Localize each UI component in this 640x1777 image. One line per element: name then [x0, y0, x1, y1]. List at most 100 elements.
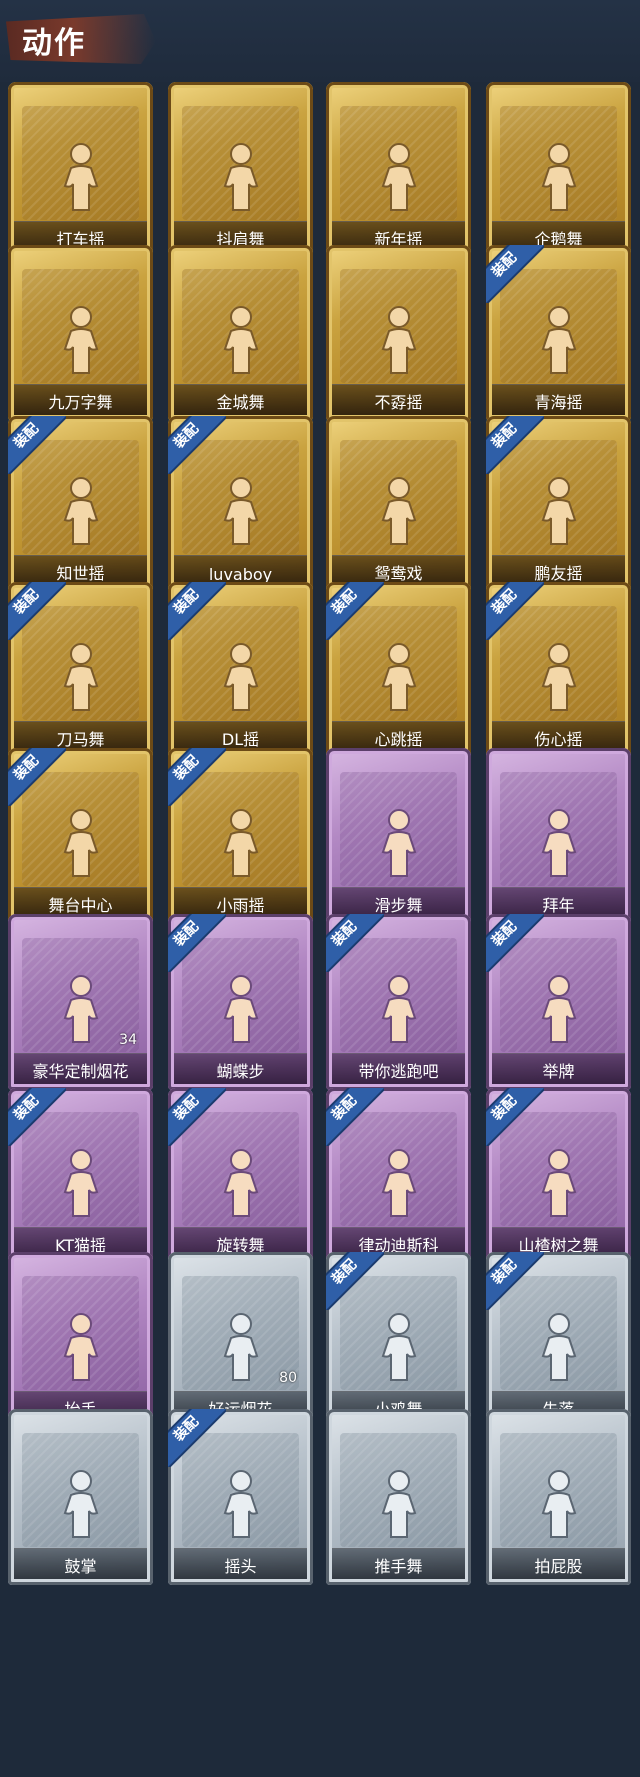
- dancer-icon: [367, 138, 431, 222]
- emote-label: 青海摇: [534, 393, 583, 412]
- dancer-icon: [367, 1465, 431, 1549]
- emote-label: 豪华定制烟花: [32, 1062, 129, 1081]
- emote-card[interactable]: 鹏友摇 装配: [486, 416, 631, 592]
- dancer-icon: [367, 970, 431, 1054]
- equipped-badge: 装配: [8, 1088, 66, 1146]
- emote-label: 九万字舞: [48, 393, 113, 412]
- emote-label: 推手舞: [374, 1557, 423, 1576]
- emote-card[interactable]: 企鹅舞: [486, 82, 631, 258]
- emote-card[interactable]: 知世摇 装配: [8, 416, 153, 592]
- dancer-icon: [527, 472, 591, 556]
- emote-label: 滑步舞: [374, 896, 423, 915]
- emote-card[interactable]: 律动迪斯科 装配: [326, 1088, 471, 1264]
- emote-card[interactable]: 心跳摇 装配: [326, 582, 471, 758]
- equipped-badge: 装配: [486, 1088, 544, 1146]
- dancer-icon: [209, 472, 273, 556]
- item-count: 80: [279, 1370, 297, 1386]
- emote-card[interactable]: luvaboy 装配: [168, 416, 313, 592]
- emote-card[interactable]: KT猫摇 装配: [8, 1088, 153, 1264]
- emote-card[interactable]: 蝴蝶步 装配: [168, 914, 313, 1090]
- emote-card[interactable]: 举牌 装配: [486, 914, 631, 1090]
- equipped-badge: 装配: [326, 1088, 384, 1146]
- emote-card[interactable]: 刀马舞 装配: [8, 582, 153, 758]
- dancer-icon: [49, 1465, 113, 1549]
- emote-label: 刀马舞: [56, 730, 105, 749]
- dancer-icon: [49, 804, 113, 888]
- dancer-icon: [527, 1308, 591, 1392]
- equipped-badge: 装配: [326, 914, 384, 972]
- emote-card[interactable]: 抖肩舞: [168, 82, 313, 258]
- emote-card[interactable]: 鸳鸯戏: [326, 416, 471, 592]
- emote-label: DL摇: [221, 730, 260, 749]
- dancer-icon: [527, 638, 591, 722]
- equipped-badge: 装配: [326, 582, 384, 640]
- dancer-icon: [209, 638, 273, 722]
- dancer-icon: [367, 472, 431, 556]
- equipped-badge: 装配: [168, 748, 226, 806]
- emote-label: 拍屁股: [534, 1557, 583, 1576]
- emote-card[interactable]: DL摇 装配: [168, 582, 313, 758]
- dancer-icon: [527, 301, 591, 385]
- dancer-icon: [49, 970, 113, 1054]
- dancer-icon: [527, 1465, 591, 1549]
- page-title: 动作: [22, 26, 86, 61]
- dancer-icon: [527, 970, 591, 1054]
- equipped-badge: 装配: [486, 582, 544, 640]
- dancer-icon: [367, 1144, 431, 1228]
- dancer-icon: [49, 301, 113, 385]
- dancer-icon: [49, 1144, 113, 1228]
- emote-card[interactable]: 推手舞: [326, 1409, 471, 1585]
- dancer-icon: [209, 138, 273, 222]
- item-count: 34: [119, 1032, 137, 1048]
- emote-card[interactable]: 滑步舞: [326, 748, 471, 924]
- equipped-badge: 装配: [168, 914, 226, 972]
- dancer-icon: [527, 138, 591, 222]
- emote-label: 小雨摇: [216, 896, 265, 915]
- dancer-icon: [209, 1465, 273, 1549]
- emote-card[interactable]: 拜年: [486, 748, 631, 924]
- emote-label: 伤心摇: [534, 730, 583, 749]
- emote-card[interactable]: 带你逃跑吧 装配: [326, 914, 471, 1090]
- emote-card[interactable]: 失落装配: [486, 1252, 631, 1428]
- equipped-badge: 装配: [486, 416, 544, 474]
- emote-label: 拜年: [542, 896, 575, 915]
- emote-card[interactable]: 抬手: [8, 1252, 153, 1428]
- emote-card[interactable]: 新年摇: [326, 82, 471, 258]
- emote-label: 舞台中心: [48, 896, 113, 915]
- emote-card[interactable]: 九万字舞: [8, 245, 153, 421]
- dancer-icon: [49, 138, 113, 222]
- emote-label: 不孬摇: [374, 393, 423, 412]
- dancer-icon: [367, 638, 431, 722]
- emote-card[interactable]: 摇头 装配: [168, 1409, 313, 1585]
- emote-label: 带你逃跑吧: [358, 1062, 439, 1081]
- dancer-icon: [209, 970, 273, 1054]
- emote-label: 鹏友摇: [534, 564, 583, 583]
- dancer-icon: [209, 804, 273, 888]
- emote-card[interactable]: 伤心摇 装配: [486, 582, 631, 758]
- emote-card[interactable]: 青海摇 装配: [486, 245, 631, 421]
- emote-card[interactable]: 旋转舞 装配: [168, 1088, 313, 1264]
- emote-label: 心跳摇: [374, 730, 423, 749]
- emote-card[interactable]: 金城舞: [168, 245, 313, 421]
- equipped-badge: 装配: [168, 1409, 226, 1467]
- emote-card[interactable]: 34 豪华定制烟花: [8, 914, 153, 1090]
- dancer-icon: [209, 301, 273, 385]
- emote-card[interactable]: 80好运烟花: [168, 1252, 313, 1428]
- emote-label: 蝴蝶步: [216, 1062, 265, 1081]
- emote-card[interactable]: 打车摇: [8, 82, 153, 258]
- dancer-icon: [209, 1144, 273, 1228]
- emote-label: 知世摇: [56, 564, 105, 583]
- dancer-icon: [49, 472, 113, 556]
- emote-card[interactable]: 山楂树之舞 装配: [486, 1088, 631, 1264]
- emote-label: 鼓掌: [64, 1557, 97, 1576]
- emote-card[interactable]: 拍屁股: [486, 1409, 631, 1585]
- emote-card[interactable]: 不孬摇: [326, 245, 471, 421]
- equipped-badge: 装配: [168, 582, 226, 640]
- emote-card[interactable]: 小鸡舞装配: [326, 1252, 471, 1428]
- emote-card[interactable]: 小雨摇 装配: [168, 748, 313, 924]
- equipped-badge: 装配: [8, 582, 66, 640]
- emote-label: 金城舞: [216, 393, 265, 412]
- dancer-icon: [527, 1144, 591, 1228]
- emote-card[interactable]: 鼓掌: [8, 1409, 153, 1585]
- emote-card[interactable]: 舞台中心 装配: [8, 748, 153, 924]
